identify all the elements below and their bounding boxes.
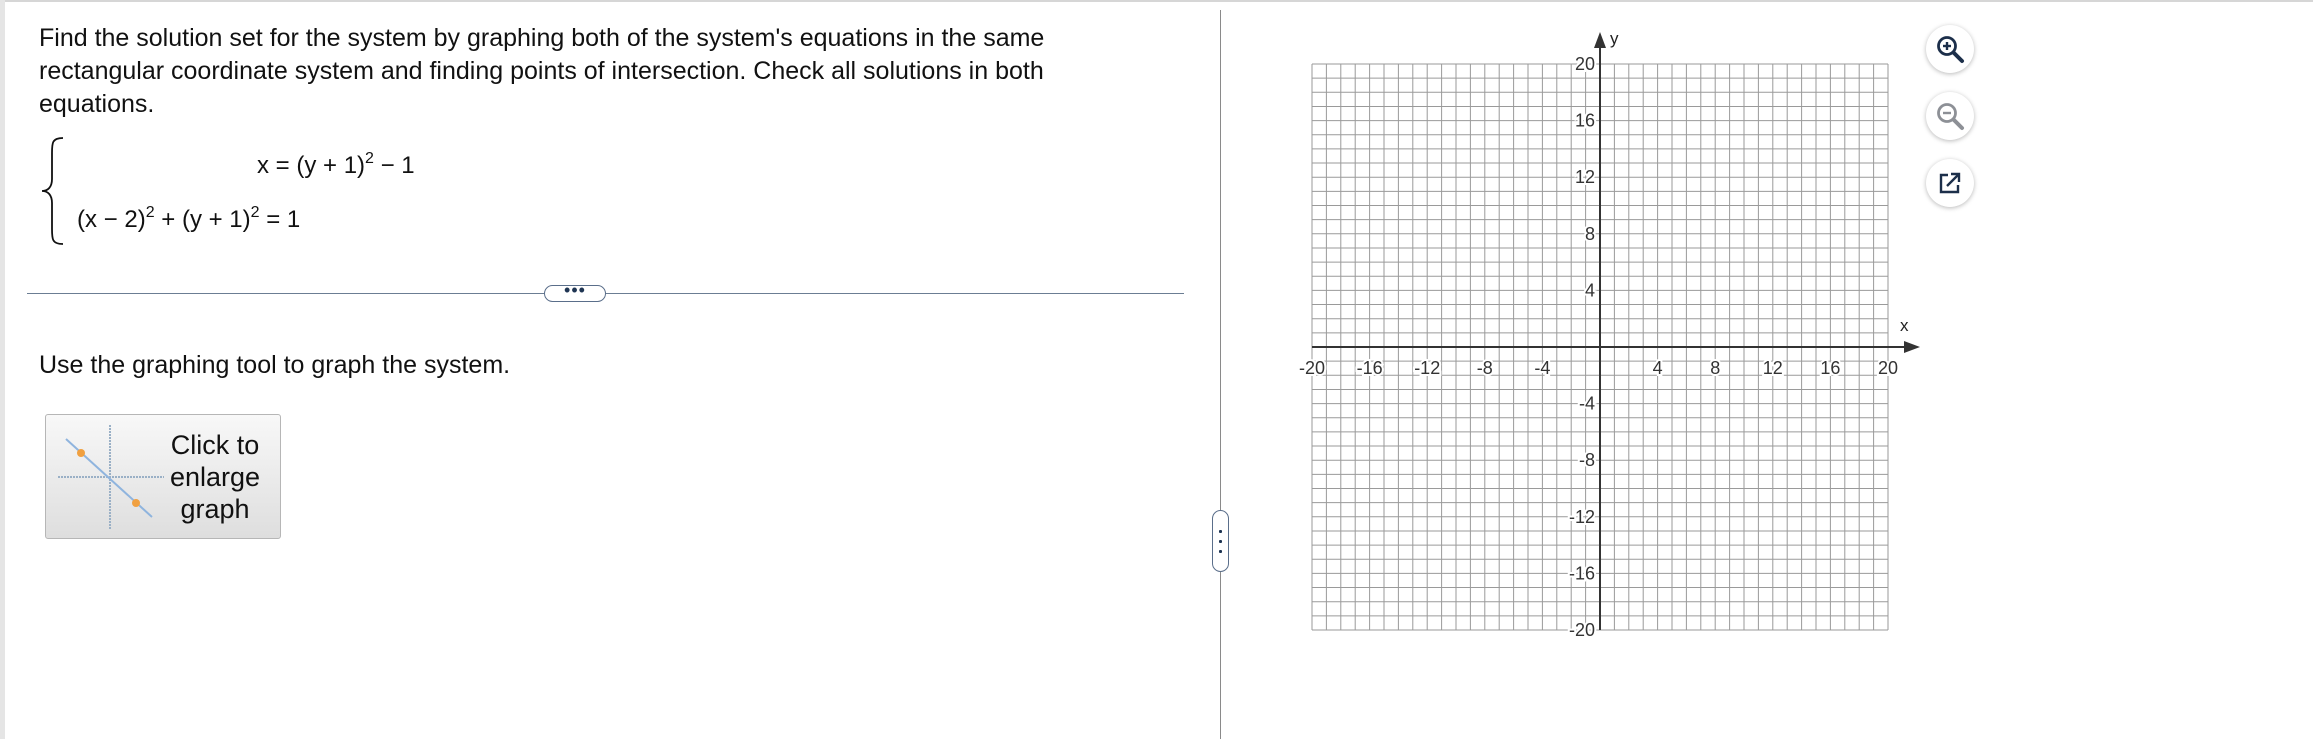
enlarge-graph-label: Click to enlarge graph bbox=[169, 430, 261, 524]
equation-2-part1: (x − 2) bbox=[77, 206, 146, 233]
y-tick-label: 16 bbox=[1575, 111, 1595, 131]
popout-icon bbox=[1939, 172, 1961, 194]
graph-canvas[interactable]: x y -20 -16 -12 -8 -4 4 8 12 16 20 20 16 12 8 4 -4 -8 -12… bbox=[1290, 20, 1930, 650]
y-tick-label: -16 bbox=[1569, 563, 1595, 583]
x-tick-label: 20 bbox=[1878, 358, 1898, 378]
y-axis-label: y bbox=[1610, 29, 1619, 48]
y-tick-label: -8 bbox=[1579, 450, 1595, 470]
zoom-in-button[interactable] bbox=[1926, 25, 1974, 73]
y-tick-label: 8 bbox=[1585, 224, 1595, 244]
equation-2-exponent-2: 2 bbox=[250, 204, 260, 221]
y-tick-label: -4 bbox=[1579, 394, 1595, 414]
equation-2-rhs: = 1 bbox=[259, 206, 301, 233]
zoom-out-button[interactable] bbox=[1926, 92, 1974, 140]
x-tick-label: 16 bbox=[1820, 358, 1840, 378]
equation-2: (x − 2)2 + (y + 1)2 = 1 bbox=[77, 204, 301, 234]
x-tick-label: -16 bbox=[1357, 358, 1383, 378]
x-tick-label: 4 bbox=[1653, 358, 1663, 378]
equation-1-lhs: x = (y + 1) bbox=[257, 152, 366, 179]
system-brace bbox=[41, 137, 64, 245]
zoom-out-icon bbox=[1937, 103, 1964, 130]
y-tick-label: 20 bbox=[1575, 54, 1595, 74]
enlarge-graph-button[interactable]: Click to enlarge graph bbox=[45, 414, 281, 539]
popout-button[interactable] bbox=[1926, 159, 1974, 207]
equation-2-exponent-1: 2 bbox=[145, 204, 155, 221]
x-tick-label: 12 bbox=[1763, 358, 1783, 378]
x-tick-label: 8 bbox=[1710, 358, 1720, 378]
y-tick-label: -20 bbox=[1569, 620, 1595, 640]
equation-1: x = (y + 1)2 − 1 bbox=[257, 150, 415, 180]
zoom-in-icon bbox=[1937, 36, 1964, 63]
pane-splitter bbox=[1220, 10, 1221, 739]
y-axis-arrow bbox=[1594, 32, 1606, 48]
x-axis-label: x bbox=[1900, 316, 1909, 335]
question-pane: Find the solution set for the system by … bbox=[5, 2, 1220, 739]
y-tick-label: 4 bbox=[1585, 280, 1595, 300]
y-tick-label: 12 bbox=[1575, 167, 1595, 187]
x-axis-arrow bbox=[1904, 341, 1920, 353]
graph-thumbnail-icon bbox=[58, 425, 164, 529]
expand-divider-button[interactable]: ••• bbox=[544, 281, 606, 302]
pane-splitter-handle[interactable] bbox=[1212, 510, 1229, 572]
x-tick-label: -20 bbox=[1299, 358, 1325, 378]
y-tick-label: -12 bbox=[1569, 507, 1595, 527]
graph-tool-instructions: Use the graphing tool to graph the syste… bbox=[39, 351, 511, 379]
question-instructions: Find the solution set for the system by … bbox=[39, 24, 1045, 118]
x-tick-label: -8 bbox=[1477, 358, 1493, 378]
x-tick-label: -12 bbox=[1414, 358, 1440, 378]
equation-1-rhs: − 1 bbox=[373, 152, 415, 179]
x-tick-label: -4 bbox=[1534, 358, 1550, 378]
equation-1-exponent: 2 bbox=[365, 150, 374, 167]
equation-2-part2: + (y + 1) bbox=[154, 206, 251, 233]
axes: x y bbox=[1312, 29, 1920, 630]
